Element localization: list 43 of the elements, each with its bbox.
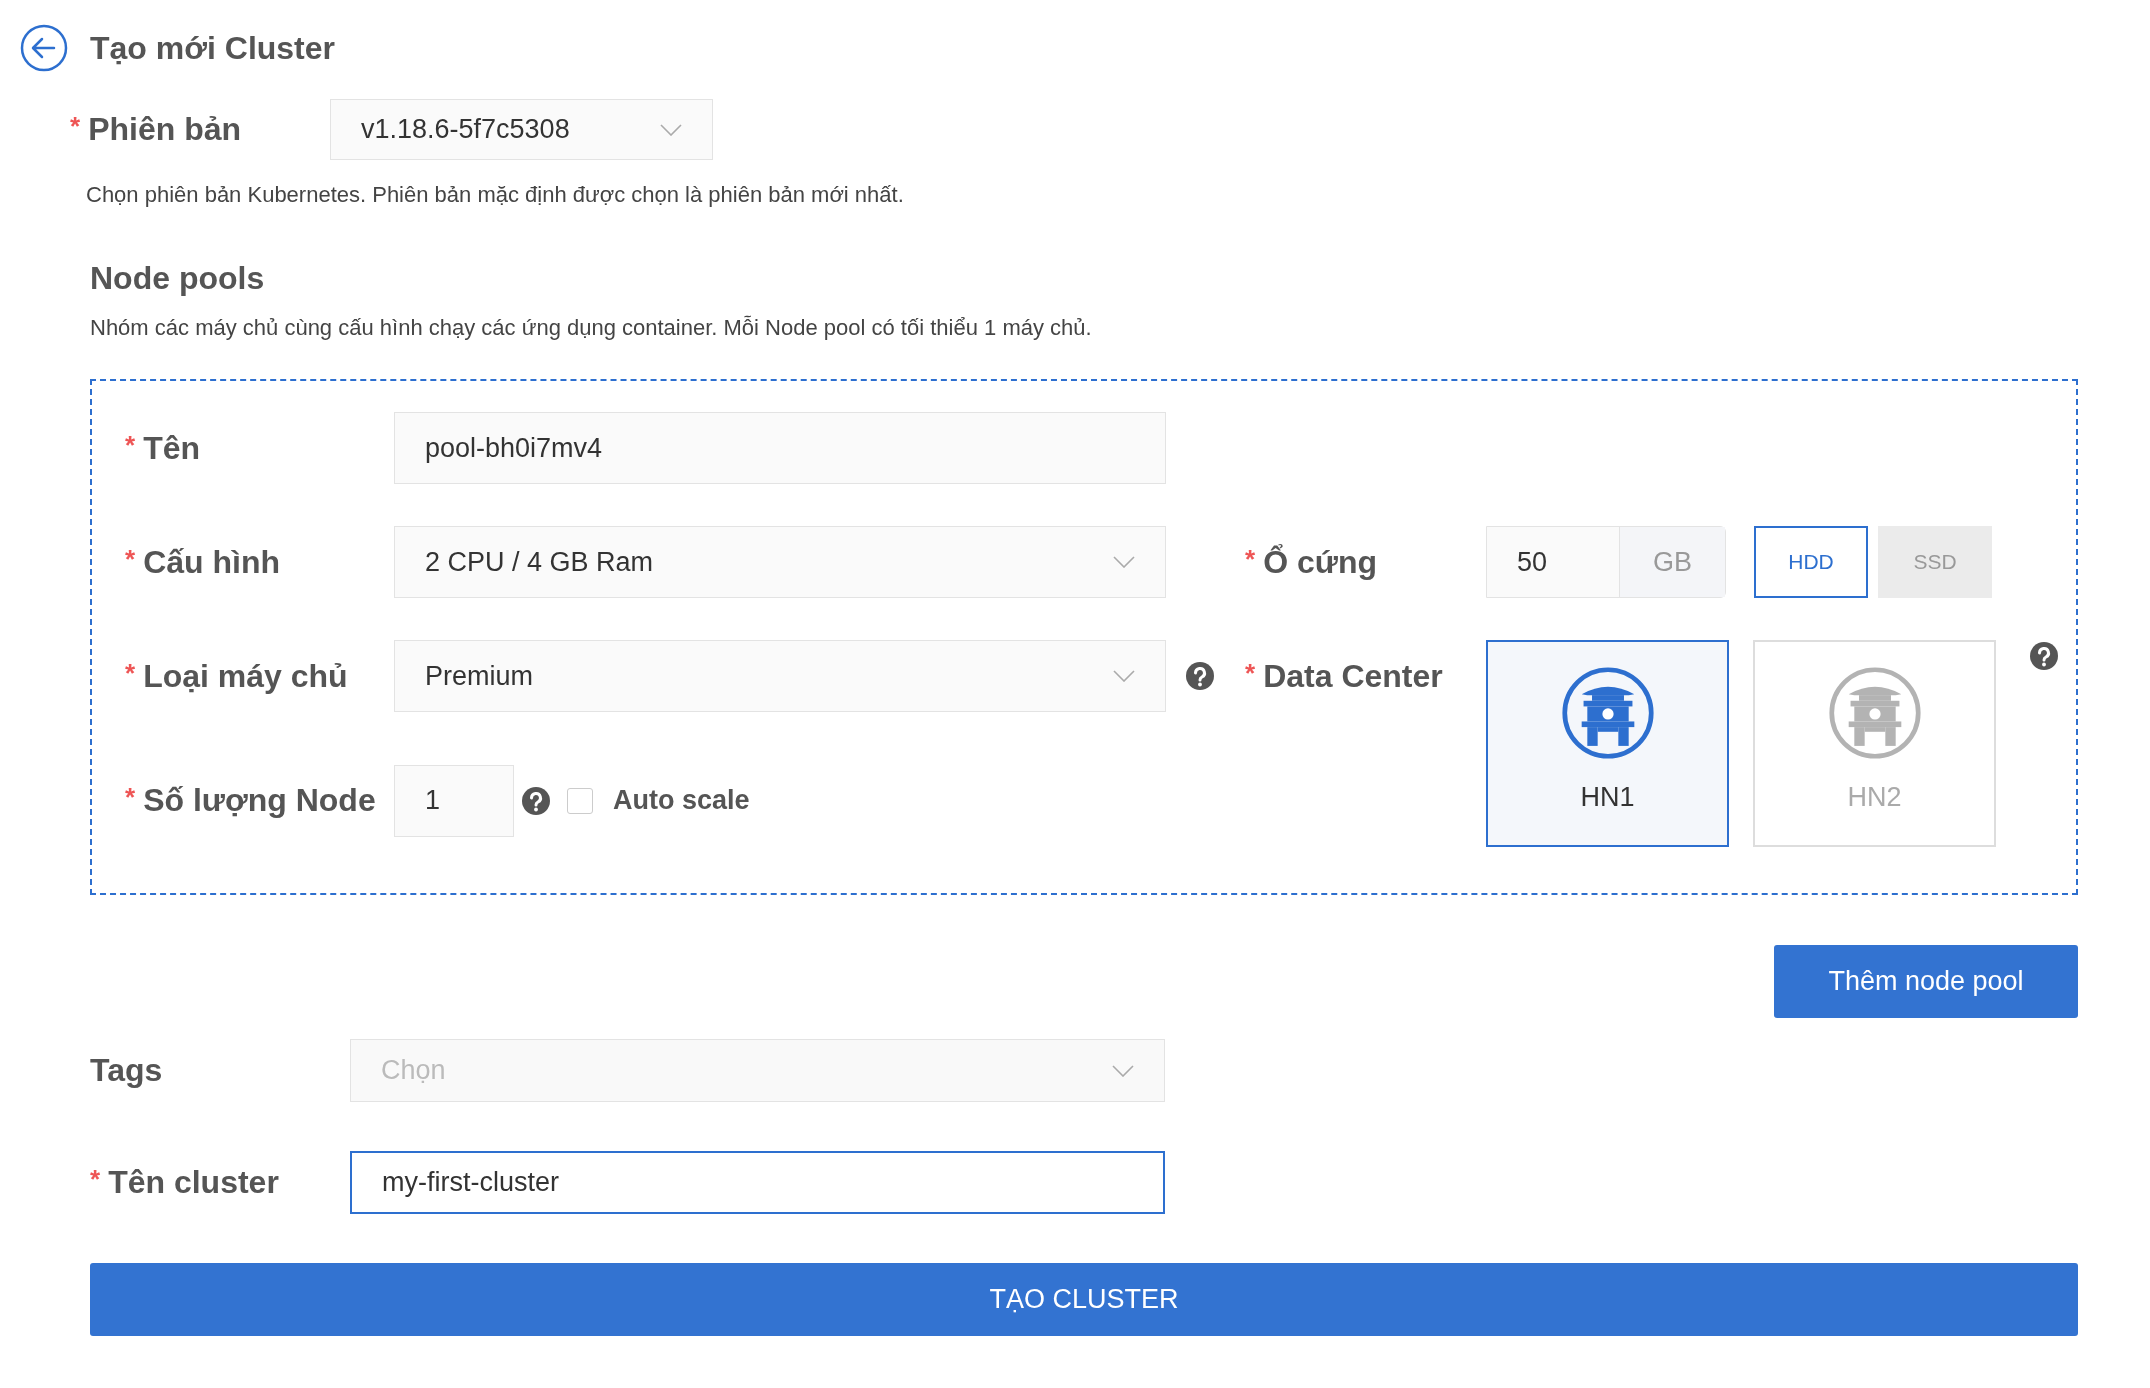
- name-input[interactable]: pool-bh0i7mv4: [394, 412, 1166, 484]
- required-asterisk: *: [125, 543, 136, 574]
- help-icon[interactable]: [2030, 642, 2058, 670]
- field-label: Data Center: [1263, 657, 1443, 694]
- field-label: Phiên bản: [88, 111, 242, 147]
- disk-size-input[interactable]: 50 GB: [1486, 526, 1726, 598]
- version-select[interactable]: v1.18.6-5f7c5308: [330, 99, 713, 160]
- node-count-input[interactable]: 1: [394, 764, 514, 837]
- required-asterisk: *: [1245, 543, 1256, 574]
- field-label: Ổ cứng: [1263, 543, 1377, 580]
- field-label: Tên cluster: [108, 1164, 279, 1200]
- field-label: Tags: [90, 1052, 163, 1088]
- required-asterisk: *: [90, 1164, 101, 1194]
- help-icon[interactable]: [1186, 662, 1214, 690]
- config-select[interactable]: 2 CPU / 4 GB Ram: [394, 526, 1166, 598]
- server-type-select[interactable]: Premium: [394, 640, 1166, 712]
- chevron-icon: [1112, 1064, 1134, 1077]
- field-label: Số lượng Node: [143, 782, 376, 818]
- checkbox-label: Auto scale: [613, 785, 750, 816]
- required-asterisk: *: [1245, 657, 1256, 688]
- chevron-icon: [1113, 556, 1135, 568]
- field-label: Cấu hình: [143, 543, 280, 580]
- required-asterisk: *: [125, 657, 136, 688]
- section-title: Node pools: [90, 260, 266, 297]
- gate-icon: [1560, 666, 1655, 760]
- chevron-icon: [660, 123, 682, 136]
- cluster-name-input[interactable]: my-first-cluster: [350, 1151, 1165, 1214]
- page-title: Tạo mới Cluster: [90, 29, 335, 67]
- field-label: Tên: [143, 429, 200, 466]
- gate-icon: [1827, 666, 1922, 760]
- chevron-icon: [1113, 670, 1135, 682]
- help-icon[interactable]: [522, 786, 550, 815]
- auto-scale-checkbox[interactable]: [567, 787, 593, 814]
- field-label: Loại máy chủ: [143, 657, 348, 694]
- add-node-pool-button[interactable]: Thêm node pool: [1774, 945, 2078, 1018]
- required-asterisk: *: [125, 429, 136, 460]
- required-asterisk: *: [125, 782, 136, 812]
- disk-type-button[interactable]: HDD: [1754, 526, 1868, 598]
- help-text: Chọn phiên bản Kubernetes. Phiên bản mặc định được chọn là phiên bản mới nhất.: [86, 182, 905, 208]
- section-description: Nhóm các máy chủ cùng cấu hình chạy các ứng dụng container. Mỗi Node pool có tối thiểu 1 máy chủ.: [90, 315, 1093, 341]
- data-center-option[interactable]: HN1: [1486, 640, 1729, 847]
- required-asterisk: *: [70, 111, 81, 141]
- create-cluster-button[interactable]: TẠO CLUSTER: [90, 1263, 2078, 1336]
